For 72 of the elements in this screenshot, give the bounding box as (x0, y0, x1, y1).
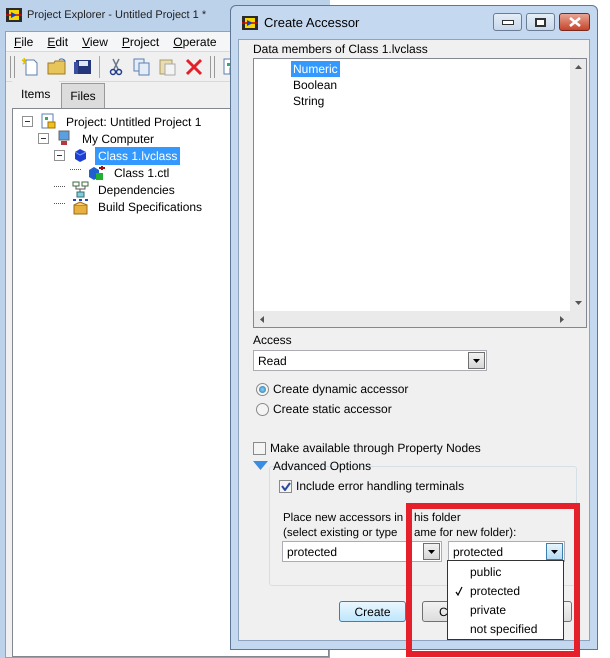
app-icon (242, 16, 258, 30)
radio-label: Create static accessor (273, 401, 392, 418)
radio-label: Create dynamic accessor (273, 381, 408, 398)
cube-lock-icon (88, 164, 105, 181)
folder-label: his folder (413, 511, 462, 526)
menu-item[interactable]: public (448, 562, 563, 581)
package-icon (72, 198, 89, 215)
right-arrow-icon (560, 316, 564, 322)
tree-item[interactable]: Dependencies (95, 180, 178, 198)
vertical-scrollbar[interactable] (570, 59, 586, 311)
radio-button[interactable] (256, 382, 269, 396)
folder-label: Place new accessors in (283, 511, 404, 526)
list-label: Data members of Class 1.lvclass (253, 42, 429, 57)
delete-icon[interactable] (184, 56, 204, 76)
checkbox[interactable] (253, 442, 266, 454)
menu-item[interactable]: protected (448, 581, 563, 600)
radio-button[interactable] (256, 402, 269, 416)
close-button[interactable] (559, 13, 590, 31)
caret-icon (551, 550, 558, 554)
up-arrow-icon (574, 65, 582, 69)
folder-hint: ame for new folder): (413, 526, 518, 541)
dropdown-button[interactable] (468, 352, 485, 369)
hierarchy-icon (72, 181, 89, 198)
menu-item[interactable]: not specified (448, 619, 563, 638)
menu-item[interactable]: View (74, 32, 114, 50)
folder-dropdown[interactable]: protected (282, 541, 442, 562)
cube-icon (72, 147, 89, 164)
folder-icon[interactable] (47, 56, 67, 76)
left-arrow-icon (260, 316, 264, 322)
tree-item[interactable]: Project: Untitled Project 1 (63, 112, 204, 130)
down-arrow-icon (574, 301, 582, 305)
menu-item[interactable]: private (448, 600, 563, 619)
caret-icon (428, 550, 435, 554)
expand-toggle[interactable] (22, 116, 33, 127)
check-icon (280, 482, 290, 490)
tree-item[interactable]: Build Specifications (95, 198, 206, 216)
menu-item[interactable]: Project (114, 32, 166, 50)
menu-item[interactable]: File (6, 32, 40, 50)
list-item[interactable]: Boolean (291, 77, 340, 93)
dropdown-button[interactable] (546, 543, 563, 560)
project-file-icon (40, 113, 57, 130)
tree-item[interactable]: Class 1.ctl (111, 164, 172, 182)
access-dropdown[interactable]: Read (253, 350, 487, 371)
caret-icon (473, 358, 480, 362)
tab[interactable]: Files (61, 83, 105, 108)
section-label: Advanced Options (273, 458, 372, 474)
create-button[interactable]: Create (339, 601, 406, 622)
minimize-icon (502, 20, 514, 24)
field-label: Access (253, 333, 293, 348)
expand-toggle[interactable] (54, 150, 65, 161)
dialog-title: Create Accessor (264, 14, 360, 32)
expand-toggle[interactable] (38, 133, 49, 144)
copy-icon[interactable] (132, 56, 152, 76)
window-title: Project Explorer - Untitled Project 1 * (27, 8, 206, 24)
close-icon (568, 17, 580, 27)
checkbox-label: Make available through Property Nodes (270, 440, 481, 457)
expanded-triangle-icon[interactable] (253, 461, 268, 470)
app-icon (6, 8, 22, 22)
folder-hint: (select existing or type (283, 526, 398, 541)
tree-item[interactable]: My Computer (79, 130, 158, 148)
menu-item[interactable]: Edit (39, 32, 74, 50)
dropdown-button[interactable] (423, 543, 440, 560)
checkbox-label: Include error handling terminals (296, 478, 464, 495)
menu-item[interactable]: Operate (165, 32, 223, 50)
horizontal-scrollbar[interactable] (254, 311, 570, 327)
maximize-icon (535, 18, 546, 26)
minimize-button[interactable] (493, 13, 522, 31)
paste-icon[interactable] (158, 56, 178, 76)
maximize-button[interactable] (526, 13, 555, 31)
list-item[interactable]: String (291, 93, 326, 109)
checkbox[interactable] (279, 480, 292, 492)
folder-dropdown[interactable]: protected (448, 541, 565, 562)
